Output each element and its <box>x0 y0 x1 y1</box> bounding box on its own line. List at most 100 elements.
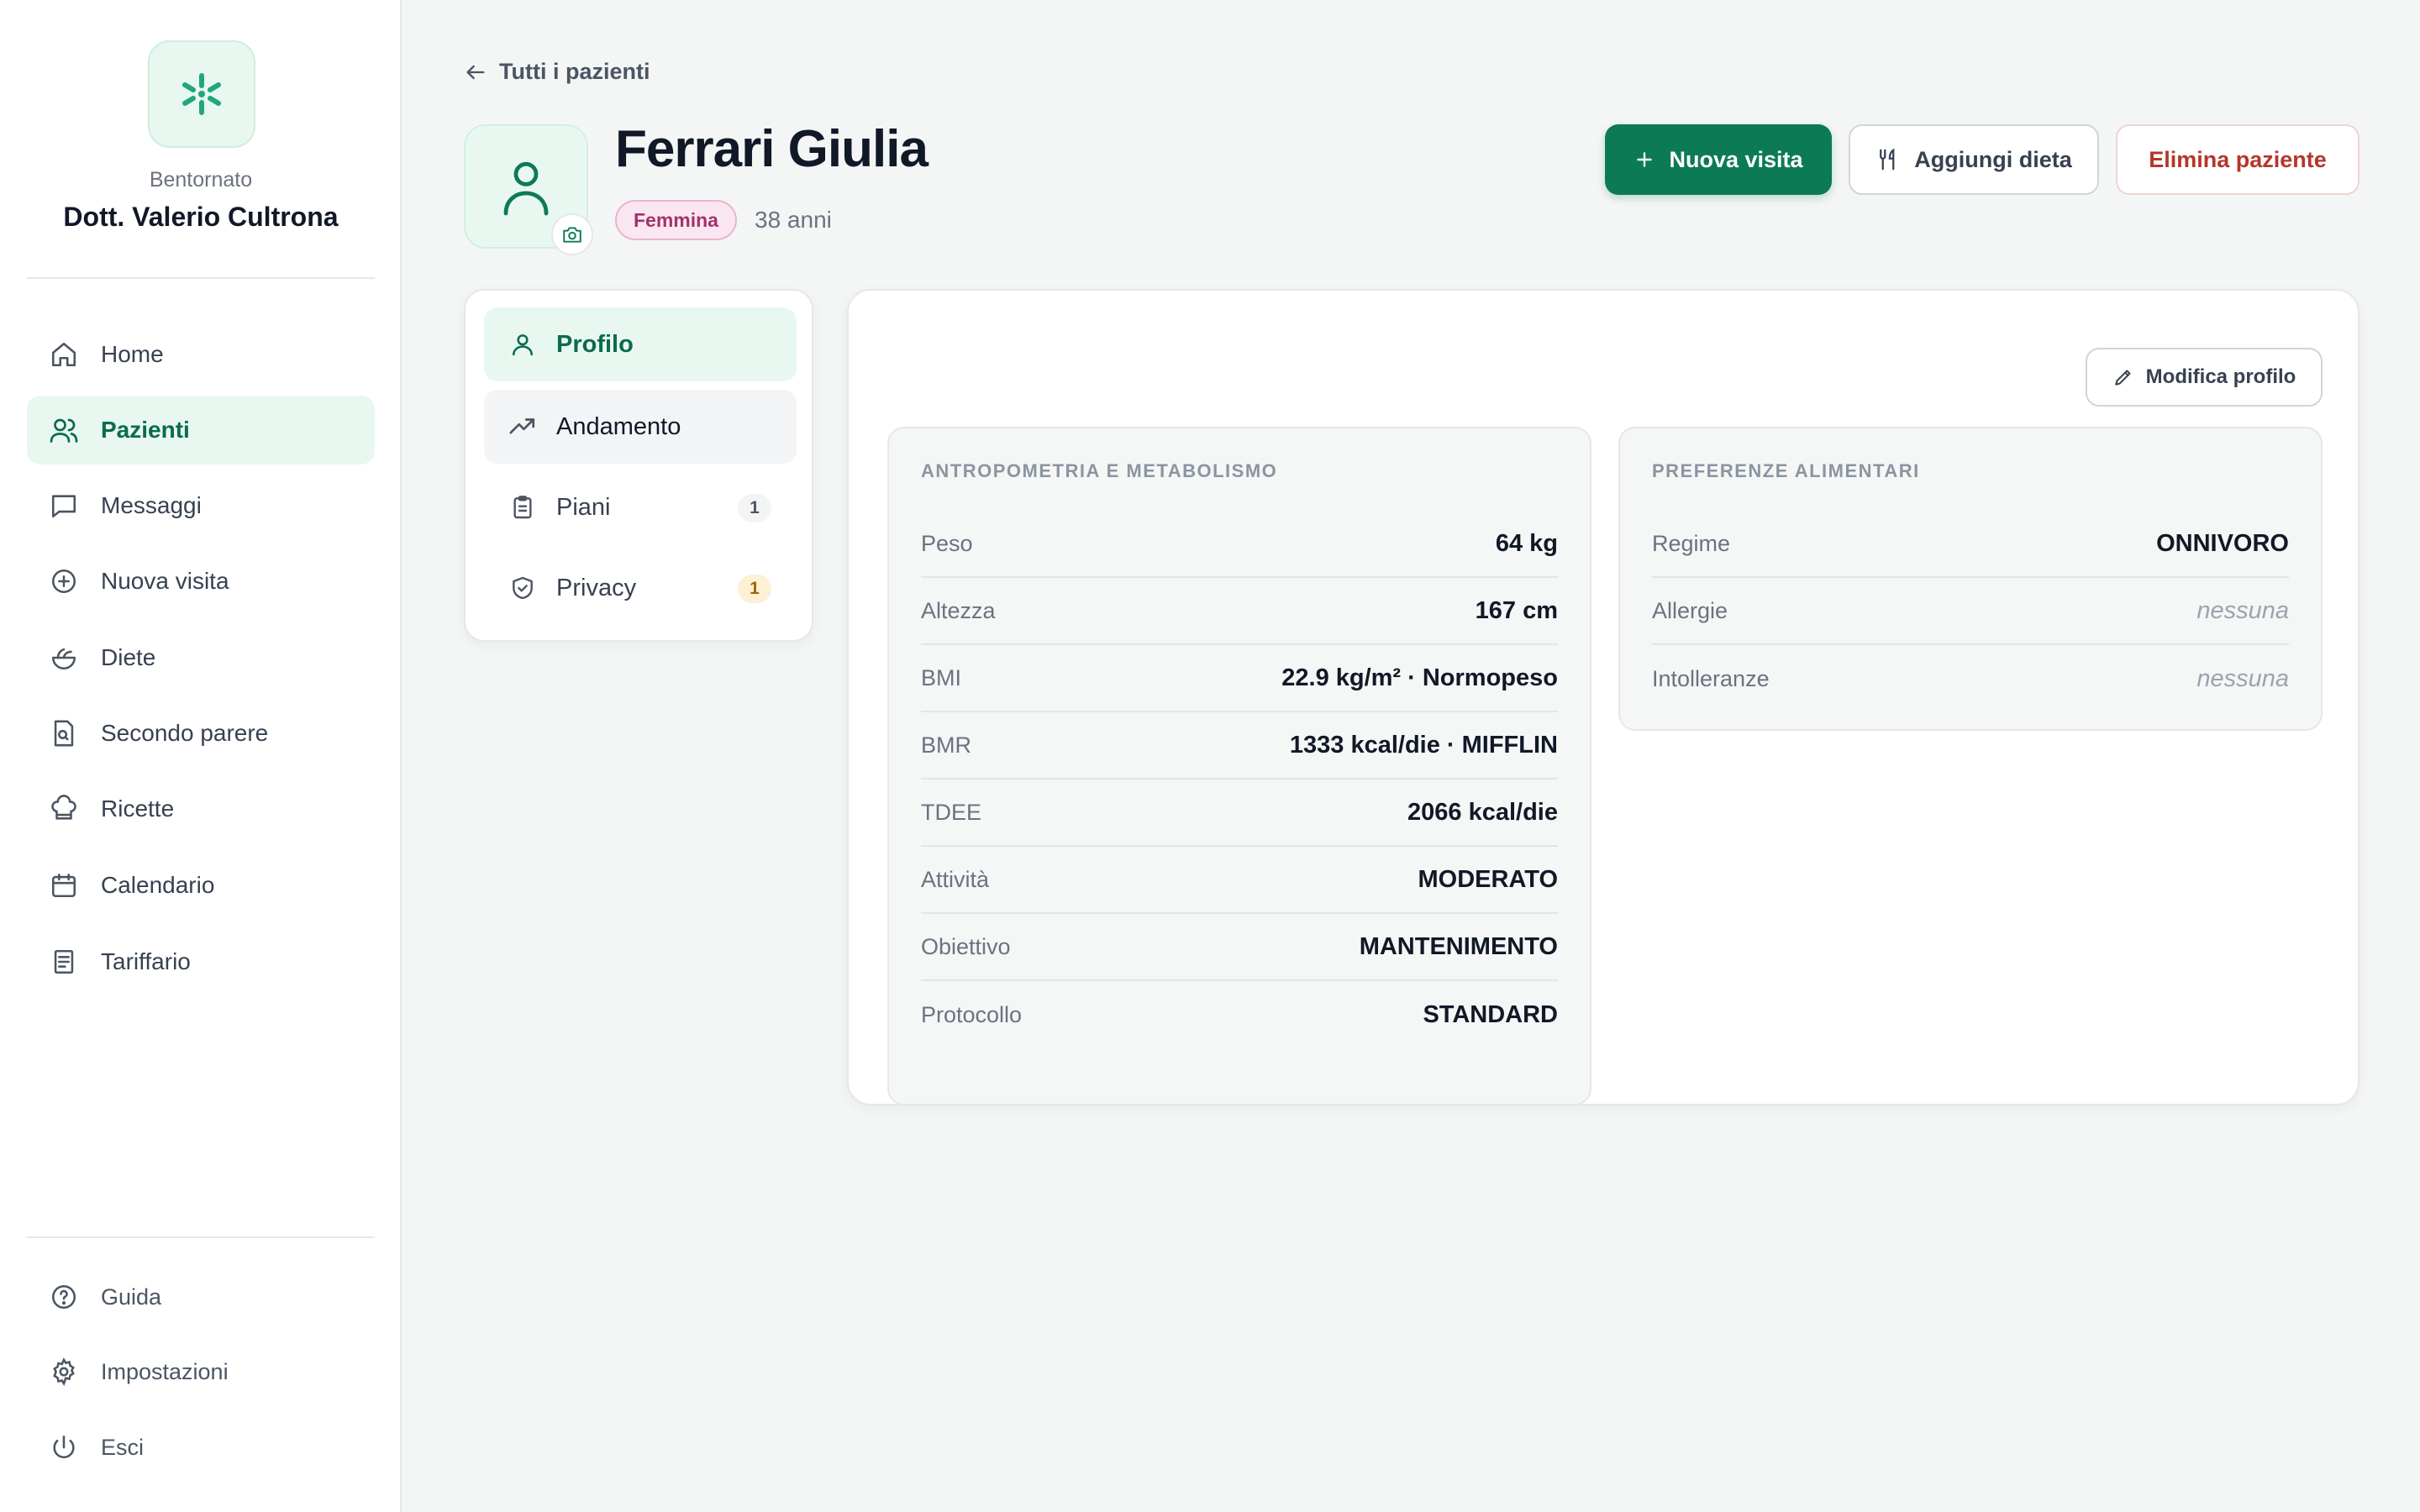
sidebar-item-home[interactable]: Home <box>27 320 375 389</box>
sidebar-item-label: Secondo parere <box>101 720 269 746</box>
row-value: 64 kg <box>1495 529 1558 557</box>
sidebar-item-secondo-parere[interactable]: Secondo parere <box>27 699 375 768</box>
add-diet-button[interactable]: Aggiungi dieta <box>1849 124 2099 195</box>
info-row: Regime ONNIVORO <box>1652 511 2289 578</box>
home-icon <box>47 338 81 371</box>
section-title: PREFERENZE ALIMENTARI <box>1652 460 1920 481</box>
info-row: BMI 22.9 kg/m² · Normopeso <box>921 645 1558 712</box>
calendar-icon <box>47 869 81 902</box>
info-row: Protocollo STANDARD <box>921 981 1558 1048</box>
row-value: ONNIVORO <box>2156 529 2289 557</box>
sidebar-item-guida[interactable]: Guida <box>27 1263 375 1331</box>
sidebar-item-messaggi[interactable]: Messaggi <box>27 471 375 540</box>
chef-hat-icon <box>47 792 81 826</box>
row-value: MODERATO <box>1418 865 1558 893</box>
count-badge: 1 <box>738 575 771 603</box>
help-icon <box>47 1280 81 1314</box>
sidebar-item-ricette[interactable]: Ricette <box>27 774 375 843</box>
sidebar-item-label: Pazienti <box>101 417 190 443</box>
power-icon <box>47 1431 81 1464</box>
clipboard-icon <box>508 492 538 522</box>
tab-label: Piani <box>556 493 611 521</box>
tab-profilo[interactable]: Profilo <box>484 307 797 381</box>
user-icon <box>508 329 538 360</box>
row-label: Attività <box>921 866 990 892</box>
tab-label: Profilo <box>556 330 634 358</box>
row-value: MANTENIMENTO <box>1359 932 1558 960</box>
info-row: TDEE 2066 kcal/die <box>921 780 1558 847</box>
anthropometry-section: ANTROPOMETRIA E METABOLISMO Peso 64 kg A… <box>887 427 1591 1105</box>
delete-patient-button[interactable]: Elimina paziente <box>2116 124 2360 195</box>
user-avatar-icon <box>503 161 549 216</box>
row-label: Peso <box>921 530 973 556</box>
row-label: Regime <box>1652 530 1731 556</box>
sidebar-item-label: Home <box>101 341 164 367</box>
utensils-icon <box>1876 147 1901 172</box>
arrow-left-icon <box>466 65 485 79</box>
row-value: nessuna <box>2196 596 2289 624</box>
app: Bentornato Dott. Valerio Cultrona Home P… <box>0 0 2420 1512</box>
tab-label: Privacy <box>556 574 637 601</box>
row-value: 167 cm <box>1475 596 1558 624</box>
sidebar-item-label: Diete <box>101 644 156 670</box>
info-row: Intolleranze nessuna <box>1652 645 2289 712</box>
plus-circle-icon <box>47 564 81 598</box>
food-preferences-section: PREFERENZE ALIMENTARI Regime ONNIVORO Al… <box>1618 427 2323 731</box>
doctor-name: Dott. Valerio Cultrona <box>63 202 339 232</box>
plus-icon <box>1634 149 1655 171</box>
tab-andamento[interactable]: Andamento <box>484 390 797 464</box>
section-title: ANTROPOMETRIA E METABOLISMO <box>921 460 1278 481</box>
sidebar: Bentornato Dott. Valerio Cultrona Home P… <box>0 0 402 1512</box>
users-icon <box>47 413 81 447</box>
row-value: STANDARD <box>1423 1000 1558 1028</box>
change-photo-button[interactable] <box>551 213 593 255</box>
row-label: Intolleranze <box>1652 665 1770 691</box>
sidebar-item-label: Messaggi <box>101 492 202 518</box>
sidebar-item-impostazioni[interactable]: Impostazioni <box>27 1337 375 1406</box>
salad-icon <box>47 641 81 675</box>
row-label: TDEE <box>921 799 982 825</box>
sidebar-item-diete[interactable]: Diete <box>27 623 375 692</box>
sidebar-item-calendario[interactable]: Calendario <box>27 851 375 920</box>
new-visit-label: Nuova visita <box>1669 146 1803 172</box>
sidebar-item-nuova-visita[interactable]: Nuova visita <box>27 547 375 616</box>
delete-patient-label: Elimina paziente <box>2149 146 2327 172</box>
row-value: 1333 kcal/die · MIFFLIN <box>1289 731 1558 759</box>
brand-name: Bentornato <box>149 168 253 192</box>
trending-up-icon <box>508 412 538 442</box>
back-link-label: Tutti i pazienti <box>499 59 650 84</box>
row-value: nessuna <box>2196 664 2289 692</box>
patient-tabs: Profilo Andamento Piani 1 Privacy 1 <box>464 289 813 642</box>
info-row: Allergie nessuna <box>1652 578 2289 645</box>
row-label: Protocollo <box>921 1001 1023 1027</box>
shield-check-icon <box>508 573 538 603</box>
profile-card: Modifica profilo ANTROPOMETRIA E METABOL… <box>847 289 2360 1105</box>
add-diet-label: Aggiungi dieta <box>1914 146 2072 172</box>
sidebar-item-esci[interactable]: Esci <box>27 1413 375 1482</box>
gear-icon <box>47 1355 81 1389</box>
file-search-icon <box>47 717 81 750</box>
sidebar-item-label: Ricette <box>101 795 175 822</box>
row-label: BMR <box>921 732 971 758</box>
row-label: Obiettivo <box>921 933 1011 959</box>
tab-piani[interactable]: Piani 1 <box>484 470 797 544</box>
sidebar-divider <box>27 277 375 279</box>
count-badge: 1 <box>738 494 771 522</box>
tab-privacy[interactable]: Privacy 1 <box>484 551 797 625</box>
info-row: BMR 1333 kcal/die · MIFFLIN <box>921 712 1558 780</box>
asterisk-logo-icon <box>182 73 221 115</box>
sidebar-item-label: Esci <box>101 1434 145 1460</box>
patient-name: Ferrari Giulia <box>615 120 929 178</box>
sidebar-item-label: Calendario <box>101 872 215 898</box>
back-to-patients-link[interactable]: Tutti i pazienti <box>464 59 650 85</box>
edit-profile-button[interactable]: Modifica profilo <box>2086 348 2323 407</box>
message-icon <box>47 489 81 522</box>
info-row: Peso 64 kg <box>921 511 1558 578</box>
camera-icon <box>563 227 581 243</box>
edit-profile-label: Modifica profilo <box>2145 365 2296 388</box>
sidebar-item-tariffario[interactable]: Tariffario <box>27 927 375 996</box>
sidebar-item-pazienti[interactable]: Pazienti <box>27 396 375 465</box>
new-visit-button[interactable]: Nuova visita <box>1605 124 1832 195</box>
row-value: 2066 kcal/die <box>1407 798 1558 826</box>
sidebar-divider <box>27 1236 375 1238</box>
